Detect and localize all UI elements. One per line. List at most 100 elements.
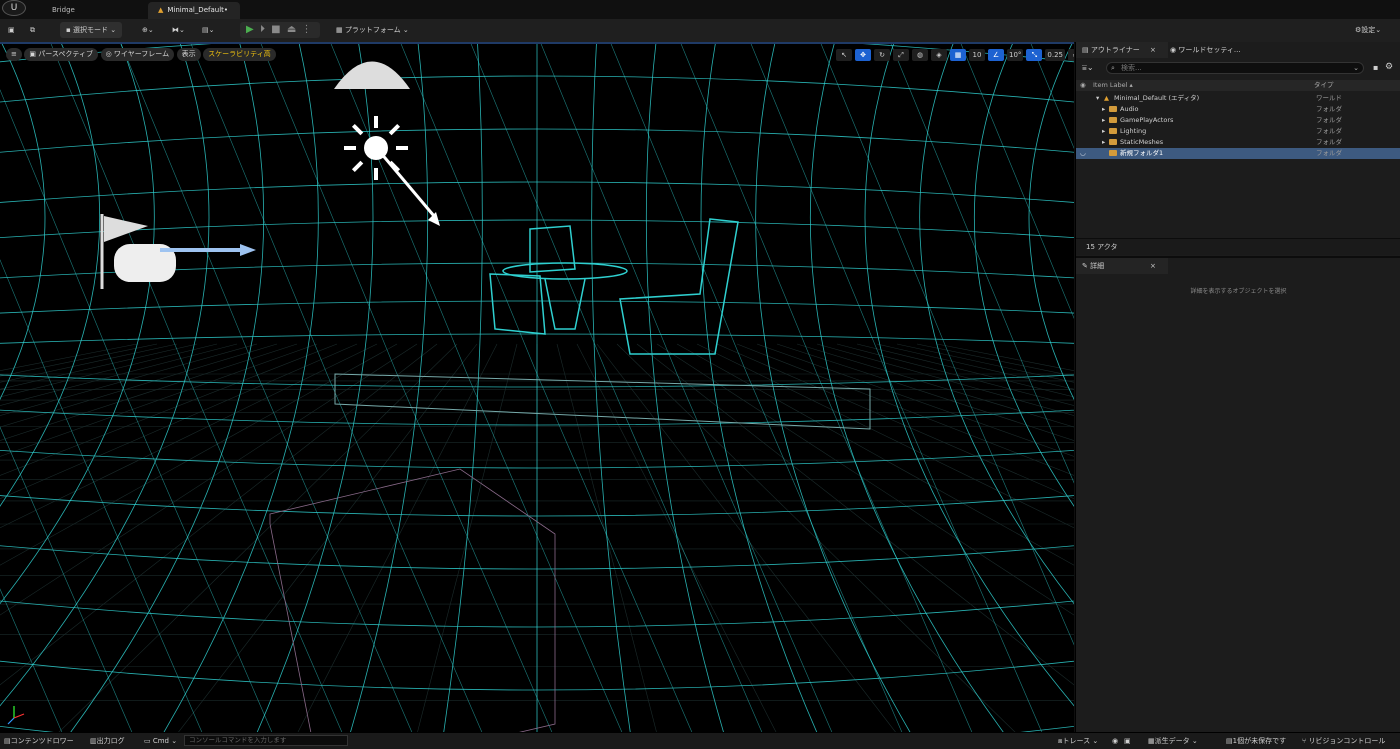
content-drawer-label: コンテンツドロワー [10, 737, 74, 745]
ground-grid-line [0, 343, 438, 686]
status-bar: ▤コンテンツドロワー ▥出力ログ ▭ Cmd ⌄ コンソールコマンドを入力します… [0, 732, 1400, 749]
sky-sphere-meridian [443, 44, 483, 732]
outliner-row-folder[interactable]: ▸ Audio フォルダ [1076, 104, 1400, 115]
derived-data-label: 派生データ [1154, 737, 1190, 745]
column-item-label[interactable]: Item Label ▴ [1093, 80, 1133, 91]
step-icon[interactable]: ⏵ [260, 24, 265, 35]
trace-button[interactable]: ⧈トレース ⌄ [1058, 733, 1098, 749]
cinematics-button[interactable]: ▤⌄ [202, 22, 214, 38]
sky-sphere-diagonal [330, 44, 468, 375]
column-type[interactable]: タイプ [1314, 80, 1334, 91]
eject-icon[interactable]: ⏏ [287, 24, 296, 35]
console-command-input[interactable]: コンソールコマンドを入力します [184, 735, 348, 746]
rotation-snap-value[interactable]: 10° [1007, 48, 1024, 61]
save-icon[interactable]: ▣ [8, 22, 15, 38]
ground-grid-line [0, 343, 138, 372]
record-icon[interactable]: ◉ [1112, 733, 1118, 749]
scale-snap-icon[interactable]: ⤡ [1026, 48, 1043, 61]
ground-grid-line [656, 343, 1074, 616]
grid-snap-icon[interactable]: ▦ [950, 48, 966, 61]
play-icon[interactable]: ▶ [246, 24, 254, 35]
scale-snap-value[interactable]: 0.25 [1045, 48, 1066, 61]
blueprint-button[interactable]: ⧓⌄ [172, 22, 185, 38]
outliner-search-input[interactable]: ⌕ 検索... ⌄ [1106, 62, 1364, 74]
expand-arrow-icon[interactable]: ▸ [1102, 115, 1105, 126]
select-mode-button[interactable]: ▪ 選択モード ⌄ [60, 22, 123, 38]
row-type: フォルダ [1316, 127, 1342, 135]
sun-ray [388, 123, 401, 136]
ground-grid-line [0, 343, 198, 390]
content-drawer-button[interactable]: ▤コンテンツドロワー [4, 733, 74, 749]
sky-sphere-diagonal [610, 44, 748, 375]
gear-icon[interactable]: ⚙ [1385, 62, 1393, 72]
select-mode-icon: ▪ [66, 26, 73, 34]
perspective-button[interactable]: ▣ パースペクティブ [24, 48, 99, 61]
hamburger-menu-icon[interactable]: ≡ [6, 48, 22, 61]
expand-arrow-icon[interactable]: ▸ [1102, 104, 1105, 115]
settings-button[interactable]: ⚙設定⌄ [1355, 22, 1381, 38]
outliner-row-folder[interactable]: ▸ Lighting フォルダ [1076, 126, 1400, 137]
sky-sphere-diagonal [260, 44, 398, 375]
stop-icon[interactable]: ■ [271, 24, 280, 35]
scale-icon[interactable]: ⤢ [893, 48, 909, 61]
scalability-warning[interactable]: スケーラビリティ高 [203, 48, 276, 61]
row-label: Minimal_Default (エディタ) [1114, 94, 1200, 102]
outliner-header: ◉ Item Label ▴ タイプ [1076, 80, 1400, 91]
platform-button[interactable]: ▦ プラットフォーム ⌄ [336, 22, 409, 38]
derived-data-button[interactable]: ▦派生データ ⌄ [1148, 733, 1198, 749]
rotation-snap-icon[interactable]: ∠ [988, 48, 1004, 61]
expand-arrow-icon[interactable]: ▸ [1102, 126, 1105, 137]
tab-bridge[interactable]: Bridge [42, 2, 85, 19]
unreal-logo-icon[interactable]: U [2, 0, 26, 16]
table-top [502, 262, 628, 280]
outliner-row-folder-selected[interactable]: ◡ 新規フォルダ1 フォルダ [1076, 148, 1400, 159]
screenshot-icon[interactable]: ▣ [1124, 733, 1131, 749]
wireframe-button[interactable]: ◎ ワイヤーフレーム [100, 48, 175, 61]
world-settings-tab-label: ワールドセッティ... [1178, 46, 1241, 54]
ground-grid-line [0, 343, 178, 383]
expand-arrow-icon[interactable]: ▾ [1096, 93, 1099, 104]
save-icon: ▤ [1226, 737, 1233, 745]
outliner-row-folder[interactable]: ▸ GamePlayActors フォルダ [1076, 115, 1400, 126]
more-options-icon[interactable]: ⋮ [302, 24, 312, 35]
level-viewport[interactable]: ≡ ▣ パースペクティブ ◎ ワイヤーフレーム 表示 スケーラビリティ高 ↖ ✥… [0, 42, 1074, 732]
output-log-button[interactable]: ▥出力ログ [90, 733, 125, 749]
rotate-icon[interactable]: ↻ [874, 48, 890, 61]
world-space-icon[interactable]: ◍ [912, 48, 928, 61]
revision-control-label: リビジョンコントロール [1308, 737, 1386, 745]
tab-level[interactable]: ▲ Minimal_Default• [148, 2, 240, 19]
ground-grid-line [896, 343, 1074, 383]
output-log-label: 出力ログ [96, 737, 125, 745]
translate-icon[interactable]: ✥ [855, 48, 871, 61]
select-cursor-icon[interactable]: ↖ [836, 48, 852, 61]
browse-icon[interactable]: ⧉ [30, 22, 35, 38]
visibility-eye-icon[interactable]: ◉ [1080, 80, 1086, 91]
show-button[interactable]: 表示 [176, 48, 201, 61]
tab-world-settings[interactable]: ◉ ワールドセッティ... [1164, 42, 1247, 58]
actor-count: 15 アクタ [1086, 243, 1118, 251]
right-panel: ▤ アウトライナー × ◉ ワールドセッティ... ⩸⌄ ⌕ 検索... ⌄ ▪… [1075, 42, 1400, 732]
outliner-row-folder[interactable]: ▸ StaticMeshes フォルダ [1076, 137, 1400, 148]
filter-icon[interactable]: ⩸⌄ [1082, 63, 1094, 73]
add-folder-icon[interactable]: ▪ [1373, 63, 1378, 72]
outliner-row-world[interactable]: ▾ ▲ Minimal_Default (エディタ) ワールド [1076, 93, 1400, 104]
tab-outliner[interactable]: ▤ アウトライナー × [1076, 42, 1168, 58]
add-actor-button[interactable]: ⊕⌄ [142, 22, 154, 38]
content-drawer-icon: ▤ [4, 737, 11, 745]
visibility-eye-icon[interactable]: ◡ [1080, 148, 1086, 159]
close-icon[interactable]: × [1150, 258, 1156, 274]
tab-details[interactable]: ✎ 詳細 × [1076, 258, 1168, 274]
grid-snap-value[interactable]: 10 [969, 48, 985, 61]
sky-sphere-diagonal [256, 373, 413, 732]
close-icon[interactable]: × [1150, 42, 1156, 58]
level-icon: ▲ [158, 6, 164, 14]
surface-snap-icon[interactable]: ◈ [931, 48, 947, 61]
expand-arrow-icon[interactable]: ▸ [1102, 137, 1105, 148]
actor-count-bar: 15 アクタ [1076, 238, 1400, 255]
unsaved-button[interactable]: ▤1個が未保存です [1226, 733, 1286, 749]
cmd-selector[interactable]: ▭ Cmd ⌄ [144, 733, 177, 749]
ground-grid-line [0, 343, 298, 441]
perspective-label: パースペクティブ [38, 50, 94, 58]
revision-control-button[interactable]: ⑂ リビジョンコントロール [1302, 733, 1385, 749]
camera-speed-icon[interactable]: ▭ [1068, 48, 1074, 61]
